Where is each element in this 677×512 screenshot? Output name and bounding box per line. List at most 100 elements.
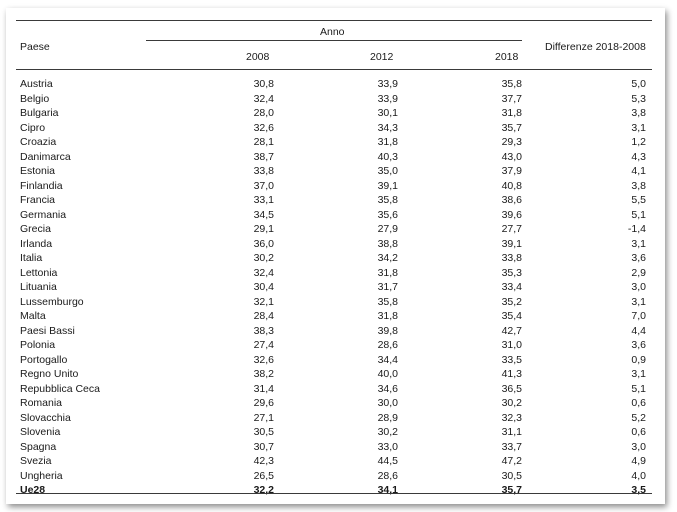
- total-cell-2018: 35,7: [501, 484, 522, 496]
- table-row: Slovacchia 27,1 28,9 32,3 5,2: [6, 411, 665, 426]
- bottom-rule: [16, 493, 652, 494]
- top-rule: [16, 20, 652, 21]
- cell-2012: 33,0: [377, 440, 398, 453]
- table-row: Lettonia 32,4 31,8 35,3 2,9: [6, 266, 665, 281]
- cell-country: Finlandia: [20, 179, 63, 192]
- cell-difference: 1,2: [631, 136, 646, 148]
- cell-country: Spagna: [20, 440, 57, 453]
- cell-difference: 4,9: [631, 455, 646, 467]
- cell-difference: 3,1: [631, 368, 646, 380]
- total-cell-2008: 32,2: [253, 484, 274, 496]
- cell-2012: 34,3: [377, 121, 398, 134]
- cell-country: Francia: [20, 194, 56, 206]
- cell-2012: 40,0: [377, 368, 398, 380]
- cell-country: Cipro: [20, 121, 46, 134]
- cell-difference: 5,1: [631, 208, 646, 221]
- table-row: Finlandia 37,0 39,1 40,8 3,8: [6, 179, 665, 194]
- header-bottom-rule: [16, 69, 652, 70]
- cell-country: Slovenia: [20, 426, 61, 438]
- table-row: Regno Unito 38,2 40,0 41,3 3,1: [6, 367, 665, 382]
- cell-2018: 39,1: [501, 237, 522, 250]
- cell-2008: 38,3: [253, 324, 274, 337]
- cell-country: Bulgaria: [20, 107, 59, 119]
- cell-difference: 5,2: [631, 411, 646, 424]
- cell-2018: 31,8: [501, 107, 522, 119]
- cell-2008: 28,1: [253, 136, 274, 148]
- cell-country: Lettonia: [20, 266, 58, 279]
- cell-2012: 34,2: [377, 252, 398, 264]
- total-row: Ue28 32,2 34,1 35,7 3,5: [6, 483, 665, 498]
- header-year-2018: 2018: [495, 51, 519, 63]
- cell-difference: 3,1: [631, 121, 646, 134]
- table-row: Italia 30,2 34,2 33,8 3,6: [6, 251, 665, 266]
- cell-2012: 39,8: [377, 324, 398, 337]
- table-row: Croazia 28,1 31,8 29,3 1,2: [6, 135, 665, 150]
- cell-2018: 38,6: [501, 194, 522, 206]
- table-row: Repubblica Ceca 31,4 34,6 36,5 5,1: [6, 382, 665, 397]
- cell-2008: 33,8: [253, 165, 274, 177]
- cell-2008: 30,7: [253, 440, 274, 453]
- cell-2018: 31,1: [501, 426, 522, 438]
- cell-2018: 35,4: [501, 310, 522, 322]
- cell-2008: 29,6: [253, 397, 274, 409]
- cell-2018: 40,8: [501, 179, 522, 192]
- cell-2012: 33,9: [377, 78, 398, 90]
- cell-difference: 4,1: [631, 165, 646, 177]
- table-row: Spagna 30,7 33,0 33,7 3,0: [6, 440, 665, 455]
- cell-2008: 32,4: [253, 92, 274, 105]
- header-difference: Differenze 2018-2008: [545, 41, 646, 53]
- cell-2012: 35,8: [377, 295, 398, 308]
- table-row: Polonia 27,4 28,6 31,0 3,6: [6, 338, 665, 353]
- table-row: Bulgaria 28,0 30,1 31,8 3,8: [6, 106, 665, 121]
- cell-country: Romania: [20, 397, 63, 409]
- table-row: Lituania 30,4 31,7 33,4 3,0: [6, 280, 665, 295]
- cell-difference: 3,8: [631, 107, 646, 119]
- cell-2012: 39,1: [377, 179, 398, 192]
- cell-2008: 30,8: [253, 78, 274, 90]
- cell-2012: 34,4: [377, 353, 398, 366]
- cell-2018: 29,3: [501, 136, 522, 148]
- cell-difference: 4,3: [631, 150, 646, 163]
- cell-2018: 37,7: [501, 92, 522, 105]
- cell-difference: 3,0: [631, 440, 646, 453]
- anno-rule: [146, 40, 522, 41]
- cell-country: Lussemburgo: [20, 295, 84, 308]
- cell-2018: 35,7: [501, 121, 522, 134]
- cell-2008: 27,4: [253, 339, 274, 351]
- cell-2008: 32,4: [253, 266, 274, 279]
- cell-country: Ungheria: [20, 469, 63, 482]
- cell-2018: 35,3: [501, 266, 522, 279]
- cell-2012: 35,0: [377, 165, 398, 177]
- cell-difference: 7,0: [631, 310, 646, 322]
- cell-difference: 4,0: [631, 469, 646, 482]
- cell-2012: 34,6: [377, 382, 398, 395]
- cell-country: Regno Unito: [20, 368, 79, 380]
- table-row: Germania 34,5 35,6 39,6 5,1: [6, 208, 665, 223]
- cell-difference: 2,9: [631, 266, 646, 279]
- cell-2018: 35,2: [501, 295, 522, 308]
- cell-country: Malta: [20, 310, 46, 322]
- cell-2012: 28,6: [377, 339, 398, 351]
- cell-2008: 33,1: [253, 194, 274, 206]
- cell-2008: 38,2: [253, 368, 274, 380]
- cell-country: Grecia: [20, 223, 51, 235]
- cell-country: Germania: [20, 208, 67, 221]
- cell-2008: 30,4: [253, 281, 274, 293]
- cell-2012: 35,8: [377, 194, 398, 206]
- cell-2018: 30,2: [501, 397, 522, 409]
- cell-2018: 41,3: [501, 368, 522, 380]
- cell-country: Polonia: [20, 339, 56, 351]
- table-row: Francia 33,1 35,8 38,6 5,5: [6, 193, 665, 208]
- cell-2018: 27,7: [501, 223, 522, 235]
- cell-country: Lituania: [20, 281, 57, 293]
- cell-2018: 33,5: [501, 353, 522, 366]
- table-row: Belgio 32,4 33,9 37,7 5,3: [6, 92, 665, 107]
- cell-difference: 3,1: [631, 295, 646, 308]
- table-row: Ungheria 26,5 28,6 30,5 4,0: [6, 469, 665, 484]
- cell-2018: 42,7: [501, 324, 522, 337]
- table-row: Portogallo 32,6 34,4 33,5 0,9: [6, 353, 665, 368]
- cell-2018: 36,5: [501, 382, 522, 395]
- cell-2012: 40,3: [377, 150, 398, 163]
- table-card: Paese Anno 2008 2012 2018 Differenze 201…: [6, 8, 665, 504]
- cell-2018: 39,6: [501, 208, 522, 221]
